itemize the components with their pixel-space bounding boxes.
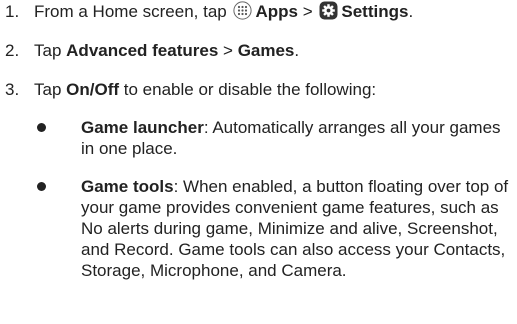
list-item-text: Game launcher: Automatically arranges al… — [81, 117, 511, 159]
settings-label: Settings — [341, 2, 409, 21]
apps-grid-icon — [233, 1, 253, 27]
step-prefix: Tap — [34, 41, 62, 60]
step-prefix: Tap — [34, 80, 62, 99]
step-suffix: . — [294, 41, 300, 60]
apps-label: Apps — [255, 2, 298, 21]
step-prefix: From a Home screen, tap — [34, 2, 227, 21]
step-text: From a Home screen, tap Apps > Settings. — [34, 0, 413, 27]
step-suffix: . — [408, 2, 414, 21]
bullet-dot — [37, 123, 46, 132]
advanced-features-label: Advanced features — [66, 41, 219, 60]
settings-gear-icon — [319, 1, 338, 27]
feature-term: Game launcher — [81, 118, 204, 137]
instructions-page: 1. From a Home screen, tap Apps > Settin… — [0, 0, 517, 324]
on-off-label: On/Off — [66, 80, 120, 99]
step-suffix: to enable or disable the following: — [123, 80, 377, 99]
list-item-text: Game tools: When enabled, a button float… — [81, 176, 511, 281]
step-number: 1. — [5, 2, 20, 21]
bullet-dot — [37, 182, 46, 191]
step-number: 2. — [5, 41, 20, 60]
separator: > — [302, 2, 313, 21]
games-label: Games — [237, 41, 295, 60]
separator: > — [223, 41, 233, 60]
step-number: 3. — [5, 80, 20, 99]
step-text: Tap Advanced features > Games. — [34, 39, 299, 63]
step-text: Tap On/Off to enable or disable the foll… — [34, 78, 376, 102]
feature-term: Game tools — [81, 177, 174, 196]
